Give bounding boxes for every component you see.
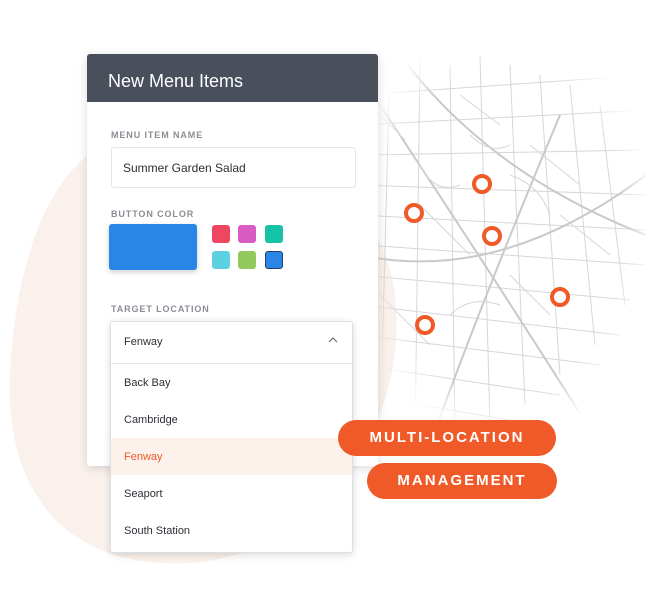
color-swatch-red[interactable] [212, 225, 230, 243]
map-pin-icon[interactable] [415, 315, 435, 335]
target-location-label: TARGET LOCATION [111, 304, 210, 314]
color-swatch-cyan[interactable] [212, 251, 230, 269]
button-color-label: BUTTON COLOR [111, 209, 195, 219]
dropdown-option-seaport[interactable]: Seaport [111, 475, 352, 512]
color-swatch-teal[interactable] [265, 225, 283, 243]
dropdown-option-back-bay[interactable]: Back Bay [111, 364, 352, 401]
multi-location-badge: MULTI-LOCATION [338, 420, 556, 456]
dropdown-option-south-station[interactable]: South Station [111, 512, 352, 549]
target-location-dropdown[interactable]: Fenway Back Bay Cambridge Fenway Seaport… [110, 321, 353, 553]
selected-color-preview [109, 224, 197, 270]
chevron-up-icon[interactable] [328, 337, 338, 343]
map-pin-icon[interactable] [550, 287, 570, 307]
color-swatch-green[interactable] [238, 251, 256, 269]
dropdown-option-fenway[interactable]: Fenway [111, 438, 352, 475]
management-badge: MANAGEMENT [367, 463, 557, 499]
card-title: New Menu Items [87, 54, 378, 102]
menu-item-name-input[interactable]: Summer Garden Salad [111, 147, 356, 188]
street-map [360, 55, 646, 445]
menu-item-name-label: MENU ITEM NAME [111, 130, 204, 140]
color-swatch-pink[interactable] [238, 225, 256, 243]
dropdown-selected[interactable]: Fenway [111, 322, 352, 364]
map-pin-icon[interactable] [482, 226, 502, 246]
dropdown-option-cambridge[interactable]: Cambridge [111, 401, 352, 438]
map-pin-icon[interactable] [472, 174, 492, 194]
color-swatch-blue[interactable] [265, 251, 283, 269]
dropdown-selected-value: Fenway [124, 336, 163, 348]
map-pin-icon[interactable] [404, 203, 424, 223]
